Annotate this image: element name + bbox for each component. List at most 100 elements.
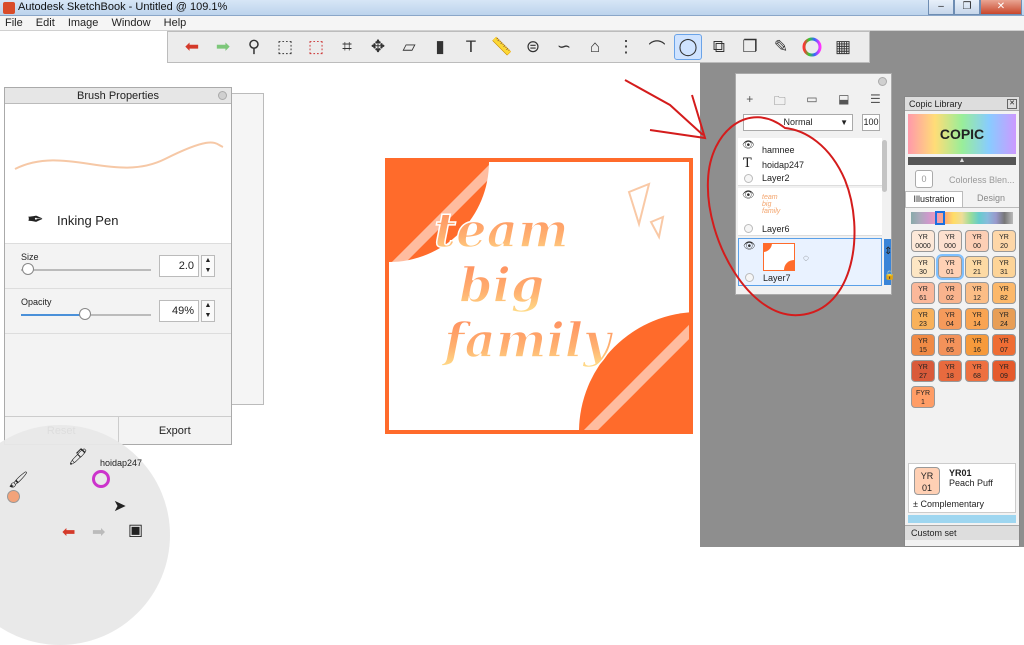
zoom-icon[interactable]: ⚲ — [240, 34, 268, 60]
stroke-icon[interactable]: ⌒ — [643, 34, 671, 60]
panels-icon[interactable]: ▦ — [829, 34, 857, 60]
ellipse-icon[interactable]: ⊜ — [519, 34, 547, 60]
current-color-swatch[interactable] — [7, 490, 20, 503]
perspective-icon[interactable]: ⌂ — [581, 34, 609, 60]
undo-icon[interactable]: ⬅ — [178, 34, 206, 60]
brush-icon[interactable]: 🖌 — [8, 470, 28, 490]
color-chip[interactable]: YR 04 — [938, 308, 962, 330]
copy-icon[interactable]: ❐ — [736, 34, 764, 60]
layer-row-selected[interactable]: 👁 ◌ Layer7 — [738, 238, 891, 286]
layer-select-radio[interactable] — [744, 224, 753, 233]
menu-help[interactable]: Help — [159, 16, 192, 31]
close-button[interactable]: ✕ — [980, 0, 1022, 15]
layer-row[interactable]: 👁 hamnee T hoidap247 Layer2 — [738, 138, 882, 186]
color-wheel-icon[interactable] — [92, 470, 110, 488]
colorless-blender[interactable]: 0 Colorless Blen... — [905, 165, 1019, 191]
french-curve-icon[interactable]: ∽ — [550, 34, 578, 60]
color-chip[interactable]: YR 12 — [965, 282, 989, 304]
redo-icon[interactable]: ➡ — [209, 34, 237, 60]
color-chip[interactable]: YR 20 — [992, 230, 1016, 252]
color-chip[interactable]: YR 00 — [965, 230, 989, 252]
color-family-strip[interactable] — [911, 211, 1013, 225]
add-image-icon[interactable]: ▭ — [806, 92, 817, 112]
layer-select-radio[interactable] — [744, 174, 753, 183]
shape-icon[interactable]: ⧉ — [705, 34, 733, 60]
distort-icon[interactable]: ▱ — [395, 34, 423, 60]
symmetry-icon[interactable]: ⋮ — [612, 34, 640, 60]
color-chip[interactable]: FYR 1 — [911, 386, 935, 408]
color-chip[interactable]: YR 21 — [965, 256, 989, 278]
redo-icon[interactable]: ➡ — [92, 522, 105, 542]
minimize-button[interactable]: – — [928, 0, 954, 15]
color-chip[interactable]: YR 18 — [938, 360, 962, 382]
export-button[interactable]: Export — [119, 417, 232, 444]
close-icon[interactable]: ✕ — [1007, 99, 1017, 109]
layer-menu-icon[interactable]: ☰ — [870, 92, 881, 112]
color-chip[interactable]: YR 09 — [992, 360, 1016, 382]
color-chip[interactable]: YR 0000 — [911, 230, 935, 252]
brush-library-icon[interactable]: ✎ — [767, 34, 795, 60]
menu-image[interactable]: Image — [63, 16, 104, 31]
add-layer-icon[interactable]: + — [746, 92, 753, 112]
eye-icon[interactable]: 👁 — [742, 190, 755, 201]
color-chip[interactable]: YR 27 — [911, 360, 935, 382]
size-value-field[interactable]: 2.0 — [159, 255, 199, 277]
opacity-stepper[interactable]: ▲ ▼ — [201, 300, 215, 322]
color-chip[interactable]: YR 82 — [992, 282, 1016, 304]
tab-illustration[interactable]: Illustration — [905, 191, 963, 207]
layer-row[interactable]: 👁 team big family Layer6 — [738, 188, 882, 236]
color-chip[interactable]: YR 02 — [938, 282, 962, 304]
color-wheel-icon[interactable] — [798, 34, 826, 60]
color-chip[interactable]: YR 61 — [911, 282, 935, 304]
layer-select-radio[interactable] — [745, 273, 754, 282]
layers-icon[interactable]: ▣ — [128, 520, 143, 540]
opacity-slider-knob[interactable] — [78, 308, 91, 320]
merge-layer-icon[interactable]: ⬓ — [838, 92, 849, 112]
brush-tool-icon[interactable]: 🖊 — [68, 447, 88, 467]
color-chip[interactable]: YR 01 — [936, 254, 964, 280]
predictive-stroke-icon[interactable]: ◯ — [674, 34, 702, 60]
color-chip[interactable]: YR 16 — [965, 334, 989, 356]
color-chip[interactable]: YR 31 — [992, 256, 1016, 278]
panel-close-icon[interactable] — [218, 91, 227, 100]
menu-file[interactable]: File — [0, 16, 28, 31]
size-stepper[interactable]: ▲ ▼ — [201, 255, 215, 277]
color-chip[interactable]: YR 07 — [992, 334, 1016, 356]
lock-icon[interactable]: 🔒 — [884, 270, 895, 281]
complementary-toggle[interactable]: ± Complementary — [913, 499, 984, 509]
eye-icon[interactable]: 👁 — [742, 140, 755, 151]
fill-icon[interactable]: ▮ — [426, 34, 454, 60]
color-chip[interactable]: YR 24 — [992, 308, 1016, 330]
select-rect-icon[interactable]: ⬚ — [271, 34, 299, 60]
color-chip[interactable]: YR 14 — [965, 308, 989, 330]
color-chip[interactable]: YR 30 — [911, 256, 935, 278]
select-arrow-icon[interactable]: ➤ — [113, 496, 126, 516]
undo-icon[interactable]: ⬅ — [62, 522, 75, 542]
move-layer-icon[interactable]: ⇕ — [884, 246, 892, 257]
maximize-button[interactable]: ❐ — [954, 0, 980, 15]
collapse-arrow-icon[interactable]: ▲ — [908, 157, 1016, 165]
size-slider-track[interactable] — [21, 269, 151, 271]
color-chip[interactable]: YR 65 — [938, 334, 962, 356]
custom-set-header[interactable]: Custom set — [905, 525, 1019, 540]
color-chip[interactable]: YR 68 — [965, 360, 989, 382]
add-group-icon[interactable]: 🗀 — [774, 92, 786, 112]
ruler-icon[interactable]: 📏 — [488, 34, 516, 60]
size-slider-knob[interactable] — [21, 263, 34, 275]
transform-icon[interactable]: ✥ — [364, 34, 392, 60]
brush-selector[interactable]: ✒ Inking Pen — [5, 199, 231, 244]
layer-opacity-field[interactable]: 100 — [862, 114, 880, 131]
menu-window[interactable]: Window — [106, 16, 155, 31]
menu-edit[interactable]: Edit — [31, 16, 60, 31]
panel-close-icon[interactable] — [878, 77, 887, 86]
opacity-value-field[interactable]: 49% — [159, 300, 199, 322]
color-chip[interactable]: YR 23 — [911, 308, 935, 330]
layers-scrollbar[interactable] — [882, 140, 887, 192]
color-chip[interactable]: YR 000 — [938, 230, 962, 252]
select-lasso-icon[interactable]: ⬚ — [302, 34, 330, 60]
blend-mode-select[interactable]: Normal ▼ — [743, 114, 853, 131]
crop-icon[interactable]: ⌗ — [333, 34, 361, 60]
tab-design[interactable]: Design — [963, 191, 1019, 207]
eye-icon[interactable]: 👁 — [743, 241, 756, 252]
text-icon[interactable]: T — [457, 34, 485, 60]
